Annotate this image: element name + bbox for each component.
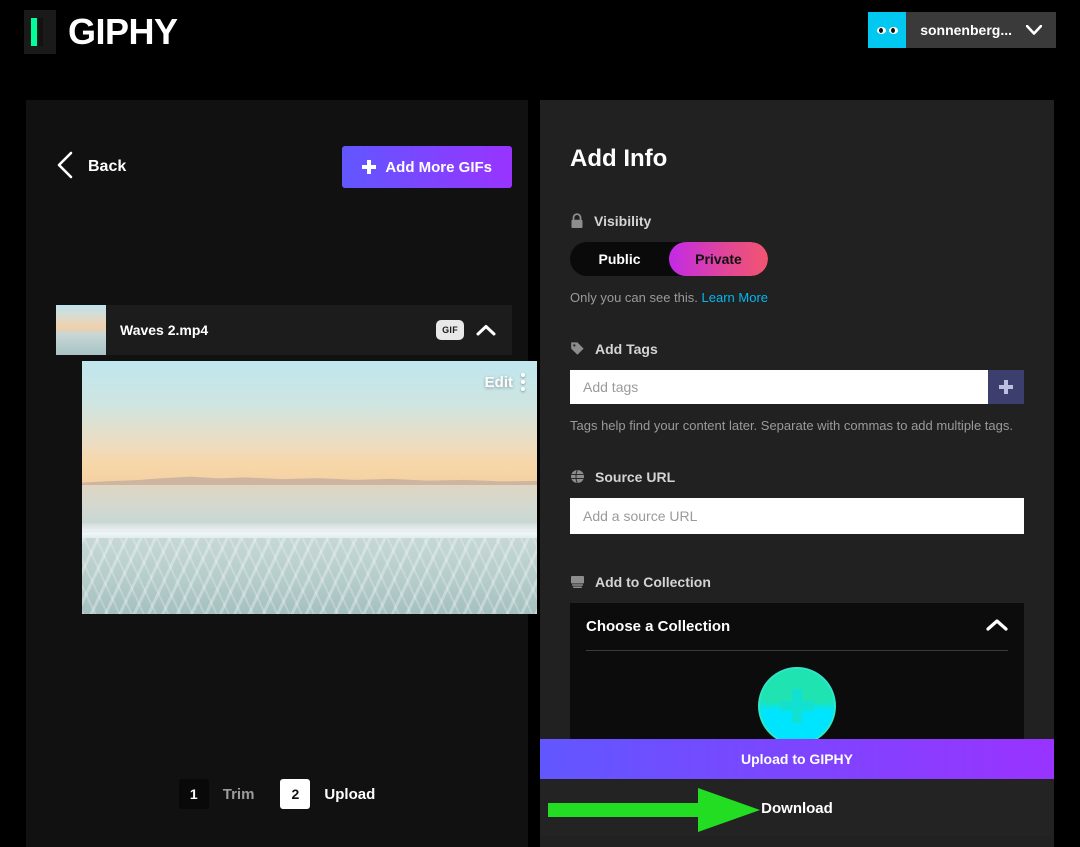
back-label: Back (88, 158, 126, 176)
collection-label-row: Add to Collection (570, 574, 1024, 590)
upload-to-giphy-label: Upload to GIPHY (741, 751, 853, 767)
source-url-label-row: Source URL (570, 469, 1024, 485)
preview-surf (82, 538, 537, 614)
user-menu[interactable]: sonnenberg... (868, 12, 1056, 48)
visibility-label-row: Visibility (570, 213, 1024, 229)
add-tag-button[interactable] (988, 370, 1024, 404)
chevron-up-icon[interactable] (476, 324, 496, 336)
annotation-arrow-icon (548, 788, 760, 832)
plus-icon (362, 160, 376, 174)
add-info-panel: Add Info Visibility Public Private Only … (540, 100, 1054, 847)
panel-header: Back Add More GIFs (56, 145, 512, 189)
media-panel: Back Add More GIFs Waves 2.mp4 GIF Edit (26, 100, 528, 847)
plus-icon (999, 380, 1013, 394)
page-title: Add Info (570, 145, 1024, 173)
visibility-option-public[interactable]: Public (570, 242, 669, 276)
gif-badge: GIF (436, 320, 464, 340)
tag-icon (570, 341, 585, 356)
giphy-logo[interactable]: GIPHY (24, 10, 178, 54)
add-more-gifs-label: Add More GIFs (385, 159, 492, 176)
kebab-menu-icon[interactable] (521, 373, 525, 391)
giphy-upload-page: GIPHY sonnenberg... Back Add More GIFs (0, 0, 1080, 847)
lock-icon (570, 213, 584, 229)
tags-input-row (570, 370, 1024, 404)
step-upload-label: Upload (324, 786, 375, 803)
upload-to-giphy-button[interactable]: Upload to GIPHY (540, 739, 1054, 779)
tags-helper-text: Tags help find your content later. Separ… (570, 417, 1024, 436)
collection-card: Choose a Collection (570, 603, 1024, 761)
visibility-label: Visibility (594, 213, 651, 229)
choose-collection-dropdown[interactable]: Choose a Collection (586, 603, 1008, 651)
brand-name: GIPHY (68, 10, 178, 54)
step-trim[interactable]: 1 Trim (179, 779, 255, 809)
user-name-label: sonnenberg... (906, 12, 1026, 48)
collection-stack-icon (570, 575, 585, 589)
media-preview[interactable]: Edit (82, 361, 537, 614)
chevron-left-icon (56, 151, 74, 184)
file-row[interactable]: Waves 2.mp4 GIF (56, 305, 512, 355)
file-name-label: Waves 2.mp4 (120, 322, 436, 338)
add-more-gifs-button[interactable]: Add More GIFs (342, 146, 512, 188)
step-indicator: 1 Trim 2 Upload (26, 779, 528, 809)
chevron-up-icon[interactable] (986, 618, 1008, 635)
tags-label-row: Add Tags (570, 341, 1024, 357)
top-bar: GIPHY sonnenberg... (0, 0, 1080, 64)
globe-icon (570, 469, 585, 484)
download-label: Download (761, 800, 833, 817)
chevron-down-icon (1026, 12, 1056, 48)
edit-overlay[interactable]: Edit (485, 373, 525, 391)
visibility-toggle[interactable]: Public Private (570, 242, 768, 276)
plus-circle-icon[interactable] (758, 667, 836, 745)
back-button[interactable]: Back (56, 151, 126, 184)
tags-label: Add Tags (595, 341, 658, 357)
step-trim-number: 1 (179, 779, 209, 809)
giphy-logo-icon (24, 10, 56, 54)
source-url-input[interactable] (570, 498, 1024, 534)
tags-input[interactable] (570, 370, 988, 404)
beach-sunset-thumbnail (56, 305, 106, 355)
step-upload[interactable]: 2 Upload (280, 779, 375, 809)
source-url-label: Source URL (595, 469, 675, 485)
eyes-avatar-icon (868, 12, 906, 48)
collection-label: Add to Collection (595, 574, 711, 590)
step-upload-number: 2 (280, 779, 310, 809)
step-trim-label: Trim (223, 786, 255, 803)
choose-collection-label: Choose a Collection (586, 618, 730, 635)
visibility-helper: Only you can see this. Learn More (570, 289, 1024, 308)
learn-more-link[interactable]: Learn More (702, 290, 768, 305)
visibility-helper-text: Only you can see this. (570, 290, 698, 305)
edit-label: Edit (485, 374, 513, 391)
visibility-option-private[interactable]: Private (669, 242, 768, 276)
